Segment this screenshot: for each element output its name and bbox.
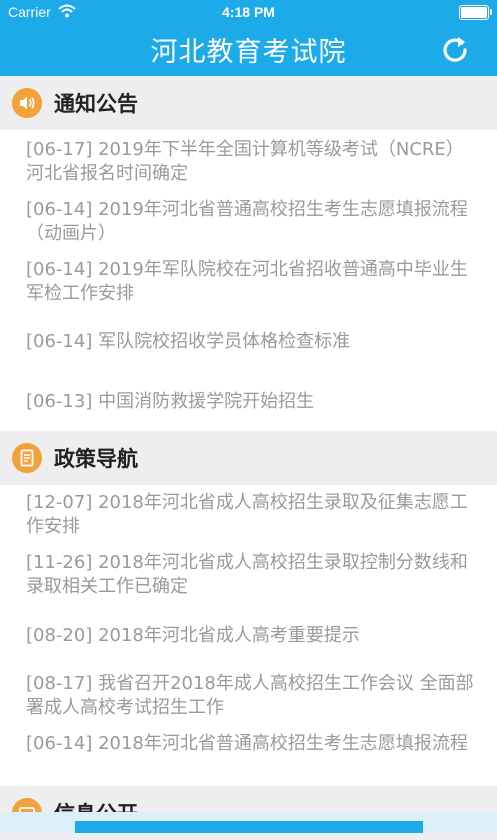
- battery-icon: [459, 5, 492, 20]
- header-bar: Carrier 4:18 PM 河北教育考试院: [0, 0, 497, 76]
- policy-item[interactable]: [12-07] 2018年河北省成人高校招生录取及征集志愿工作安排: [26, 491, 476, 539]
- bottom-bar[interactable]: [75, 821, 423, 833]
- section-header-notices[interactable]: 通知公告: [0, 76, 497, 130]
- notice-item[interactable]: [06-17] 2019年下半年全国计算机等级考试（NCRE）河北省报名时间确定: [26, 138, 476, 186]
- section-header-policy[interactable]: 政策导航: [0, 431, 497, 485]
- page-title: 河北教育考试院: [150, 37, 347, 68]
- document-icon: [12, 443, 42, 473]
- battery-level: [461, 7, 487, 18]
- notice-item[interactable]: [06-14] 军队院校招收学员体格检查标准: [26, 330, 476, 354]
- refresh-icon[interactable]: [440, 34, 470, 64]
- policy-item[interactable]: [08-17] 我省召开2018年成人高校招生工作会议 全面部署成人高校考试招生…: [26, 672, 476, 720]
- notice-item[interactable]: [06-14] 2019年河北省普通高校招生考生志愿填报流程（动画片）: [26, 198, 476, 246]
- policy-item[interactable]: [11-26] 2018年河北省成人高校招生录取控制分数线和录取相关工作已确定: [26, 551, 476, 599]
- notice-item[interactable]: [06-13] 中国消防救援学院开始招生: [26, 390, 476, 414]
- speaker-icon: [12, 88, 42, 118]
- policy-item[interactable]: [08-20] 2018年河北省成人高考重要提示: [26, 624, 476, 648]
- section-title-notices: 通知公告: [54, 92, 138, 116]
- status-bar: Carrier 4:18 PM: [0, 0, 497, 26]
- notice-item[interactable]: [06-14] 2019年军队院校在河北省招收普通高中毕业生军检工作安排: [26, 258, 476, 306]
- status-time: 4:18 PM: [222, 4, 275, 20]
- policy-item[interactable]: [06-14] 2018年河北省普通高校招生考生志愿填报流程: [26, 732, 476, 756]
- section-title-policy: 政策导航: [54, 447, 138, 471]
